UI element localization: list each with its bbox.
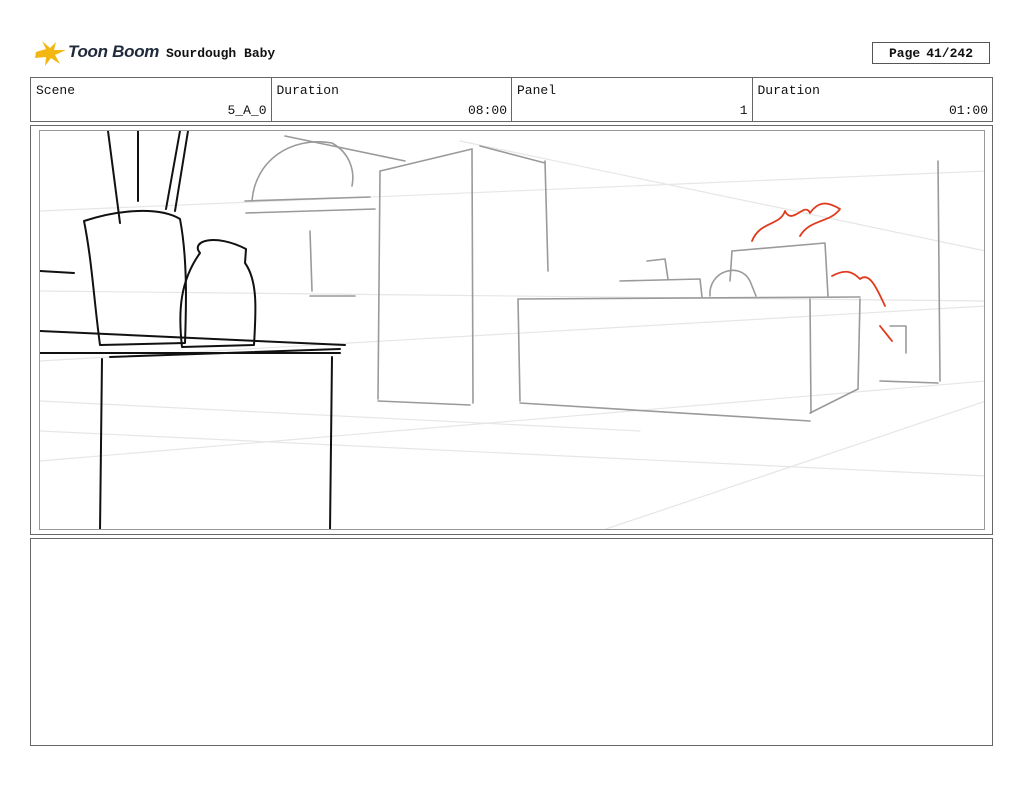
scene-duration-cell: Duration 08:00 (272, 78, 512, 121)
page-indicator: Page 41/242 (872, 42, 990, 64)
panel-label: Panel (517, 83, 557, 98)
panel-value: 1 (739, 103, 748, 118)
panel-duration-label: Duration (757, 83, 820, 98)
starburst-icon (35, 41, 66, 66)
duration-value: 08:00 (467, 103, 507, 118)
page-number: 41/242 (926, 45, 974, 61)
scene-cell: Scene 5_A_0 (31, 78, 272, 121)
scene-info-row: Scene 5_A_0 Duration 08:00 Panel 1 Durat… (30, 77, 993, 122)
project-title: Sourdough Baby (166, 46, 276, 61)
character-hair-sketch (751, 202, 893, 342)
scene-value: 5_A_0 (227, 103, 267, 118)
panel-duration-value: 01:00 (948, 103, 988, 118)
storyboard-panel-image (39, 130, 985, 530)
brand-name: Toon Boom (68, 42, 160, 61)
scene-label: Scene (36, 83, 76, 98)
duration-label: Duration (276, 83, 339, 98)
sketch-drawing (40, 131, 984, 529)
toon-boom-logo: Toon Boom (32, 38, 160, 70)
background-sketch (244, 135, 941, 422)
foreground-sketch (40, 131, 346, 529)
panel-duration-cell: Duration 01:00 (753, 78, 993, 121)
panel-notes-area (30, 538, 993, 746)
page-label: Page (888, 45, 921, 61)
panel-cell: Panel 1 (512, 78, 753, 121)
storyboard-panel-frame (30, 125, 993, 535)
